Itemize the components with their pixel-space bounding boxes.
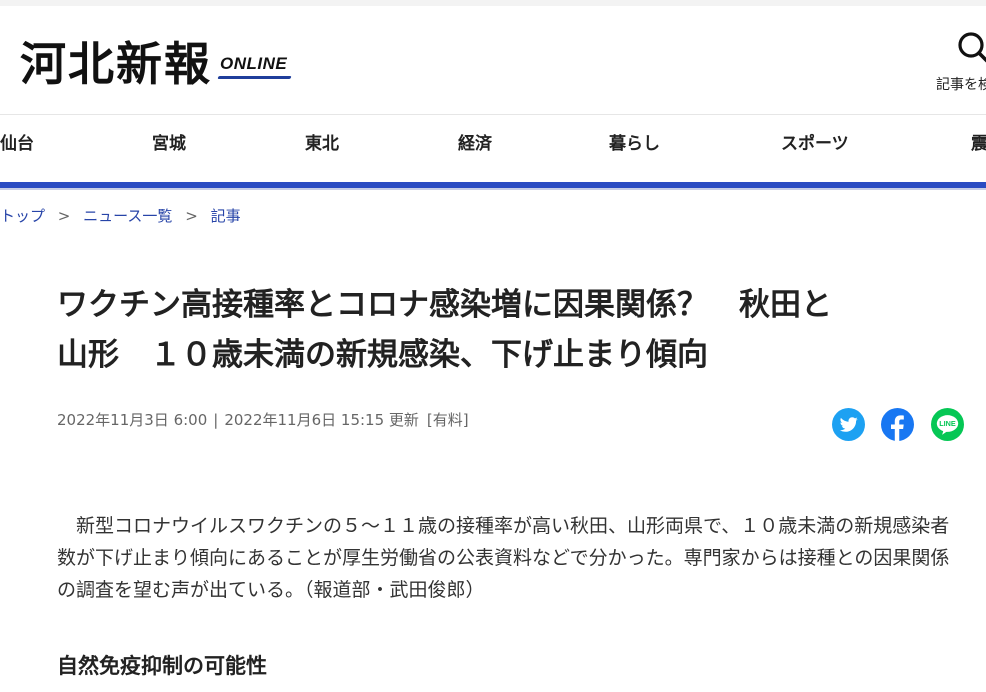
share-facebook-button[interactable] [881, 408, 914, 441]
paid-badge: [有料] [426, 411, 469, 429]
nav-item-sports[interactable]: スポーツ [781, 115, 849, 173]
site-logo[interactable]: 河北新報 ONLINE [20, 32, 287, 92]
article-title-line2: 山形 １０歳未満の新規感染、下げ止まり傾向 [57, 337, 708, 373]
svg-text:LINE: LINE [939, 419, 956, 428]
nav-item-life[interactable]: 暮らし [609, 115, 660, 173]
nav-item-sendai[interactable]: 仙台 [0, 115, 34, 173]
share-line-button[interactable]: LINE [931, 408, 964, 441]
article-subheading: 自然免疫抑制の可能性 [57, 654, 267, 678]
breadcrumb-top[interactable]: トップ [0, 207, 45, 225]
search-label[interactable]: 記事を検 [936, 74, 986, 94]
updated-date: 2022年11月6日 15:15 更新 [224, 411, 419, 429]
site-header: 河北新報 ONLINE 記事を検 [0, 6, 986, 114]
nav-item-miyagi[interactable]: 宮城 [152, 115, 186, 173]
nav-item-disaster[interactable]: 震 [971, 115, 986, 173]
meta-separator: | [213, 411, 219, 429]
article-lead: 新型コロナウイルスワクチンの５～１１歳の接種率が高い秋田、山形両県で、１０歳未満… [57, 515, 950, 601]
breadcrumb-news-list[interactable]: ニュース一覧 [83, 207, 172, 225]
main-nav: 仙台 宮城 東北 経済 暮らし スポーツ 震 [0, 114, 986, 183]
logo-online: ONLINE [220, 54, 288, 73]
share-twitter-button[interactable] [832, 408, 865, 441]
published-date: 2022年11月3日 6:00 [57, 411, 208, 429]
search-icon[interactable] [956, 30, 986, 66]
article-meta: 2022年11月3日 6:00 | 2022年11月6日 15:15 更新 [有料] [57, 408, 469, 432]
facebook-icon [881, 408, 914, 441]
breadcrumb-separator: > [185, 207, 198, 225]
article-title-line1: ワクチン高接種率とコロナ感染増に因果関係？ 秋田と [57, 287, 832, 323]
nav-accent-shadow [0, 188, 986, 190]
article-title: ワクチン高接種率とコロナ感染増に因果関係？ 秋田と 山形 １０歳未満の新規感染、下… [57, 280, 969, 380]
breadcrumb-article[interactable]: 記事 [211, 207, 241, 225]
nav-item-economy[interactable]: 経済 [458, 115, 492, 173]
breadcrumb-separator: > [57, 207, 71, 225]
breadcrumb: トップ > ニュース一覧 > 記事 [0, 205, 241, 227]
line-icon: LINE [931, 408, 964, 441]
nav-item-tohoku[interactable]: 東北 [305, 115, 339, 173]
logo-kanji: 河北新報 [20, 37, 212, 91]
twitter-icon [832, 408, 865, 441]
